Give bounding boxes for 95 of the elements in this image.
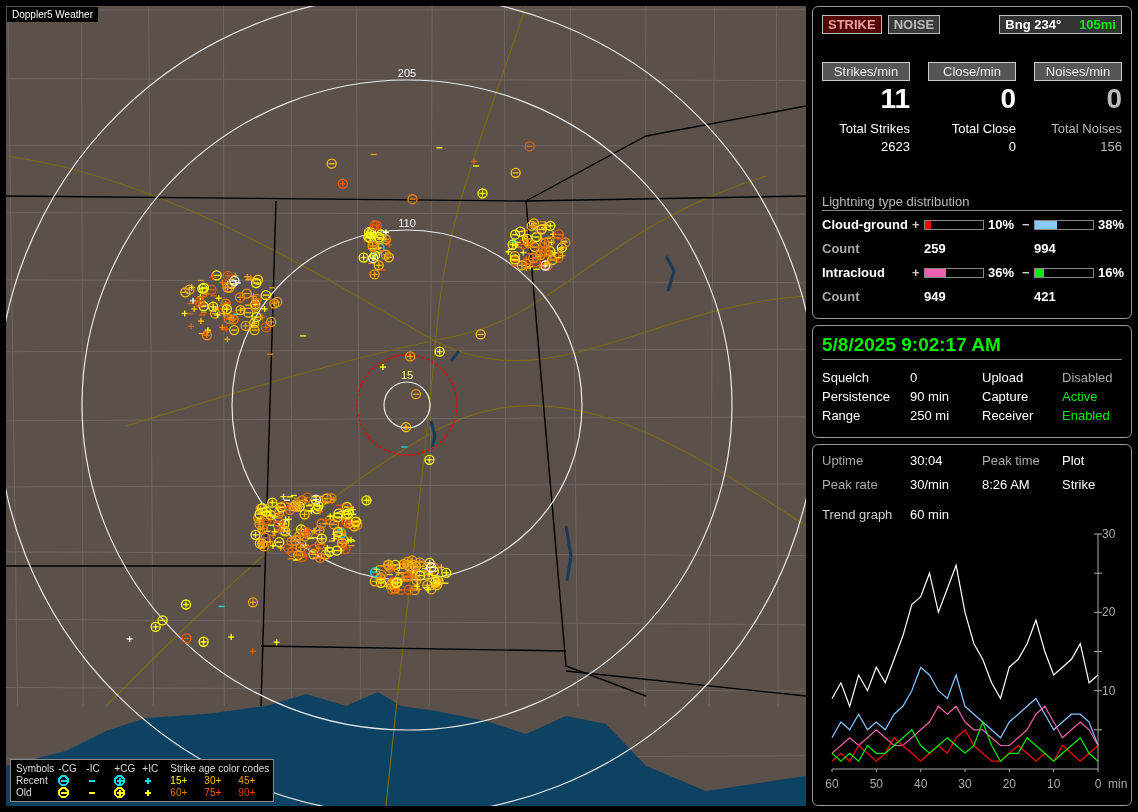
rate-value: 11 [880, 83, 910, 115]
total-label: Total Close [951, 121, 1016, 136]
total-value: 2623 [881, 139, 910, 154]
legend-label: -CG [58, 763, 78, 774]
type-label: Cloud-ground [822, 217, 909, 232]
range-ring-label: 15 [400, 369, 414, 381]
stat-value: Plot [1062, 453, 1086, 468]
age-code: 75+ [204, 787, 223, 798]
rate-button[interactable]: Noises/min [1034, 62, 1122, 81]
axis-tick-label: 30 [1102, 527, 1116, 541]
plus-circle-icon [114, 787, 126, 798]
mode-button[interactable]: STRIKE [822, 15, 882, 34]
rate-button[interactable]: Strikes/min [822, 62, 910, 81]
setting-label: Persistence [822, 389, 891, 404]
legend-label: Recent [16, 775, 49, 786]
status-label: Capture [982, 389, 1030, 404]
count-value: 994 [1034, 241, 1057, 256]
legend-label: +IC [142, 763, 160, 774]
axis-tick-label: 60 [825, 777, 839, 791]
share-bar [924, 219, 984, 230]
bearing-text: Bng 234° [1005, 17, 1062, 32]
status-value: Active [1062, 389, 1099, 404]
legend-label: Strike age color codes [170, 763, 269, 774]
rate-button[interactable]: Close/min [928, 62, 1016, 81]
total-value: 156 [1100, 139, 1122, 154]
total-label: Total Noises [1051, 121, 1122, 136]
stat-value: 60 min [910, 507, 951, 522]
total-value: 0 [1008, 139, 1016, 154]
axis-unit-label: min [1108, 777, 1128, 791]
sign-text: + [912, 265, 921, 280]
type-label: Intracloud [822, 265, 886, 280]
distance-text: 105mi [1079, 17, 1116, 32]
clock-text: 5/8/2025 9:02:17 AM [822, 334, 1122, 360]
plus-icon [142, 787, 154, 798]
status-label: Receiver [982, 408, 1035, 423]
legend-label: +CG [114, 763, 137, 774]
range-ring-label: 110 [398, 217, 416, 229]
axis-tick-label: 50 [869, 777, 883, 791]
axis-tick-label: 20 [1102, 605, 1116, 620]
minus-circle-icon [58, 775, 70, 786]
total-label: Total Strikes [839, 121, 910, 136]
stat-label: Peak rate [822, 477, 879, 492]
stat-value: Strike [1062, 477, 1097, 492]
plus-circle-icon [114, 775, 126, 786]
stat-value: 30:04 [910, 453, 944, 468]
count-value: 421 [1034, 289, 1057, 304]
stat-label: Trend graph [822, 507, 894, 522]
status-value: Disabled [1062, 370, 1114, 385]
range-ring-label: 205 [397, 67, 417, 79]
age-code: 90+ [238, 787, 257, 798]
age-code: 60+ [170, 787, 189, 798]
count-value: 949 [924, 289, 947, 304]
legend-label: Symbols [16, 763, 55, 774]
count-value: 259 [924, 241, 947, 256]
sign-text: + [912, 217, 921, 232]
share-bar [1034, 219, 1094, 230]
setting-value: 0 [910, 370, 919, 385]
share-bar [924, 267, 984, 278]
setting-label: Range [822, 408, 862, 423]
setting-label: Squelch [822, 370, 870, 385]
rate-value: 0 [1000, 83, 1016, 115]
status-value: Enabled [1062, 408, 1111, 423]
sign-text: − [1022, 265, 1031, 280]
axis-tick-label: 20 [1002, 777, 1016, 791]
stat-label: Uptime [822, 453, 865, 468]
setting-value: 250 mi [910, 408, 951, 423]
axis-tick-label: 30 [958, 777, 972, 791]
share-percent: 16% [1097, 265, 1126, 280]
axis-tick-label: 0 [1094, 777, 1102, 791]
share-percent: 38% [1097, 217, 1126, 232]
age-code: 30+ [204, 775, 223, 786]
plus-icon [142, 775, 154, 786]
mode-button[interactable]: NOISE [887, 15, 941, 34]
age-code: 15+ [170, 775, 189, 786]
sign-text: − [1022, 217, 1031, 232]
status-label: Upload [982, 370, 1025, 385]
share-bar [1034, 267, 1094, 278]
minus-circle-icon [58, 787, 70, 798]
count-label: Count [822, 241, 861, 256]
window-title: Doppler5 Weather [6, 6, 99, 23]
rate-value: 0 [1106, 83, 1122, 115]
age-code: 45+ [238, 775, 257, 786]
axis-tick-label: 10 [1102, 683, 1116, 698]
axis-tick-label: 40 [914, 777, 928, 791]
legend-label: -IC [86, 763, 101, 774]
share-percent: 10% [987, 217, 1016, 232]
axis-tick-label: 10 [1047, 777, 1061, 791]
stat-label: Peak time [982, 453, 1041, 468]
setting-value: 90 min [910, 389, 951, 404]
share-percent: 36% [987, 265, 1016, 280]
distribution-title: Lightning type distribution [822, 194, 1122, 211]
count-label: Count [822, 289, 861, 304]
stat-value: 30/min [910, 477, 951, 492]
stat-value: 8:26 AM [982, 477, 1031, 492]
legend-label: Old [16, 787, 33, 798]
